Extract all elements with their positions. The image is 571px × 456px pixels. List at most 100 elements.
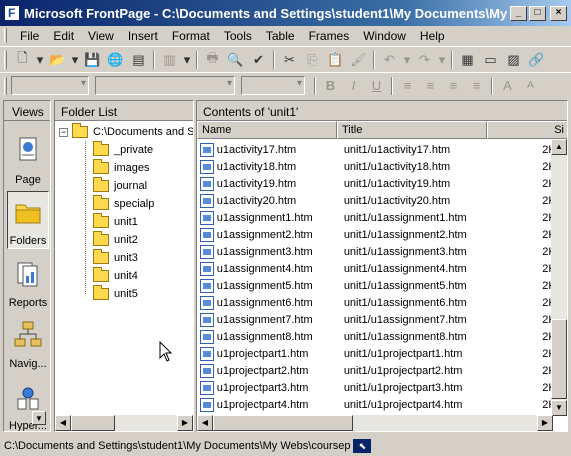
menu-insert[interactable]: Insert [121, 29, 165, 43]
decrease-font-size-icon[interactable]: A [519, 75, 542, 97]
scroll-track[interactable] [115, 415, 177, 431]
component-dropdown-icon[interactable]: ▾ [181, 49, 193, 71]
tree-folder-unit1[interactable]: unit1 [93, 213, 138, 231]
save-icon[interactable]: 💾 [81, 49, 104, 71]
menu-frames[interactable]: Frames [302, 29, 357, 43]
tree-folder-unit4[interactable]: unit4 [93, 267, 138, 285]
align-left-icon[interactable]: ≡ [396, 75, 419, 97]
cut-icon[interactable]: ✂ [278, 49, 301, 71]
view-reports[interactable]: Reports [7, 254, 49, 312]
open-dropdown-icon[interactable]: ▾ [69, 49, 81, 71]
toolbar-grip[interactable] [4, 76, 7, 95]
table-row[interactable]: u1assignment3.htm unit1/u1assignment3.htm… [197, 243, 552, 260]
font-combo[interactable] [95, 76, 235, 95]
scroll-thumb[interactable] [551, 319, 567, 399]
toolbar-grip[interactable] [4, 50, 7, 69]
tree-folder-specialp[interactable]: specialp [93, 195, 154, 213]
table-row[interactable]: u1projectpart4.htm unit1/u1projectpart4.h… [197, 396, 552, 413]
menu-file[interactable]: File [13, 29, 46, 43]
tree-folder-unit5[interactable]: unit5 [93, 285, 138, 303]
open-folder-icon[interactable]: 📂 [46, 49, 69, 71]
table-row[interactable]: u1assignment6.htm unit1/u1assignment6.htm… [197, 294, 552, 311]
contents-vscroll[interactable]: ▲ ▼ [551, 139, 567, 416]
views-scroll-down-button[interactable]: ▼ [32, 411, 46, 425]
menu-view[interactable]: View [81, 29, 121, 43]
menu-format[interactable]: Format [165, 29, 217, 43]
table-row[interactable]: u1activity19.htm unit1/u1activity19.htm 2K [197, 175, 552, 192]
table-row[interactable]: u1assignment1.htm unit1/u1assignment1.htm… [197, 209, 552, 226]
view-page[interactable]: Page [7, 131, 49, 189]
column-header-title[interactable]: Title [337, 121, 487, 139]
menu-table[interactable]: Table [259, 29, 302, 43]
tree-folder-private[interactable]: _private [93, 141, 153, 159]
maximize-button[interactable]: □ [529, 5, 546, 21]
view-navigation[interactable]: Navig... [7, 315, 49, 373]
print-preview-icon[interactable]: 🔍 [224, 49, 247, 71]
menu-grip[interactable] [4, 28, 7, 43]
table-row[interactable]: u1assignment5.htm unit1/u1assignment5.htm… [197, 277, 552, 294]
style-combo[interactable] [11, 76, 89, 95]
paste-icon[interactable]: 📋 [324, 49, 347, 71]
menu-tools[interactable]: Tools [217, 29, 259, 43]
table-row[interactable]: u1assignment4.htm unit1/u1assignment4.htm… [197, 260, 552, 277]
column-header-name[interactable]: Name [197, 121, 337, 139]
insert-hyperlink-icon[interactable]: 🔗 [525, 49, 548, 71]
table-row[interactable]: u1projectpart3.htm unit1/u1projectpart3.h… [197, 379, 552, 396]
scroll-left-button[interactable]: ◀ [55, 415, 71, 431]
undo-icon[interactable]: ↶ [378, 49, 401, 71]
menu-edit[interactable]: Edit [46, 29, 81, 43]
scroll-up-button[interactable]: ▲ [551, 139, 567, 155]
scroll-track[interactable] [353, 415, 537, 431]
align-center-icon[interactable]: ≡ [419, 75, 442, 97]
bold-icon[interactable]: B [319, 75, 342, 97]
tree-folder-journal[interactable]: journal [93, 177, 147, 195]
tree-folder-unit2[interactable]: unit2 [93, 231, 138, 249]
new-page-icon[interactable]: 🗋 [11, 49, 34, 71]
view-folders[interactable]: Folders [7, 191, 49, 249]
insert-picture-icon[interactable]: ▨ [502, 49, 525, 71]
table-row[interactable]: u1projectpart1.htm unit1/u1projectpart1.h… [197, 345, 552, 362]
new-dropdown-icon[interactable]: ▾ [34, 49, 46, 71]
contents-hscroll[interactable]: ◀ ▶ [197, 415, 553, 431]
spelling-icon[interactable]: ✔ [247, 49, 270, 71]
frontpage-app-icon[interactable] [4, 5, 20, 21]
underline-icon[interactable]: U [365, 75, 388, 97]
web-component-icon[interactable]: ▦ [456, 49, 479, 71]
collapse-icon[interactable]: − [59, 127, 68, 137]
insert-component-icon[interactable]: ▥ [158, 49, 181, 71]
table-row[interactable]: u1projectpart2.htm unit1/u1projectpart2.h… [197, 362, 552, 379]
tree-root[interactable]: − C:\Documents and S [59, 123, 193, 141]
table-row[interactable]: u1activity20.htm unit1/u1activity20.htm 2K [197, 192, 552, 209]
print-icon[interactable]: 🖶 [201, 49, 224, 71]
justify-icon[interactable]: ≡ [465, 75, 488, 97]
close-button[interactable]: × [550, 5, 567, 21]
undo-dropdown-icon[interactable]: ▾ [401, 49, 413, 71]
publish-web-icon[interactable]: 🌐 [104, 49, 127, 71]
scroll-down-button[interactable]: ▼ [551, 400, 567, 416]
font-size-combo[interactable] [241, 76, 305, 95]
format-painter-icon[interactable]: 🖌 [347, 49, 370, 71]
folder-list-toggle-icon[interactable]: ▤ [127, 49, 150, 71]
scroll-right-button[interactable]: ▶ [537, 415, 553, 431]
insert-table-icon[interactable]: ▭ [479, 49, 502, 71]
menu-help[interactable]: Help [413, 29, 452, 43]
minimize-button[interactable]: _ [510, 5, 527, 21]
tree-folder-images[interactable]: images [93, 159, 149, 177]
scroll-thumb[interactable] [213, 415, 353, 431]
table-row[interactable]: u1assignment2.htm unit1/u1assignment2.htm… [197, 226, 552, 243]
table-row[interactable]: u1activity18.htm unit1/u1activity18.htm 2K [197, 158, 552, 175]
scroll-left-button[interactable]: ◀ [197, 415, 213, 431]
increase-font-size-icon[interactable]: A [496, 75, 519, 97]
table-row[interactable]: u1activity17.htm unit1/u1activity17.htm 2K [197, 141, 552, 158]
table-row[interactable]: u1assignment7.htm unit1/u1assignment7.htm… [197, 311, 552, 328]
align-right-icon[interactable]: ≡ [442, 75, 465, 97]
table-row[interactable]: u1assignment8.htm unit1/u1assignment8.htm… [197, 328, 552, 345]
copy-icon[interactable]: ⎘ [301, 49, 324, 71]
tree-folder-unit3[interactable]: unit3 [93, 249, 138, 267]
redo-dropdown-icon[interactable]: ▾ [436, 49, 448, 71]
scroll-thumb[interactable] [71, 415, 115, 431]
column-header-size[interactable]: Si [487, 121, 567, 139]
redo-icon[interactable]: ↷ [413, 49, 436, 71]
menu-window[interactable]: Window [356, 29, 413, 43]
folder-list-hscroll[interactable]: ◀ ▶ [55, 415, 193, 431]
